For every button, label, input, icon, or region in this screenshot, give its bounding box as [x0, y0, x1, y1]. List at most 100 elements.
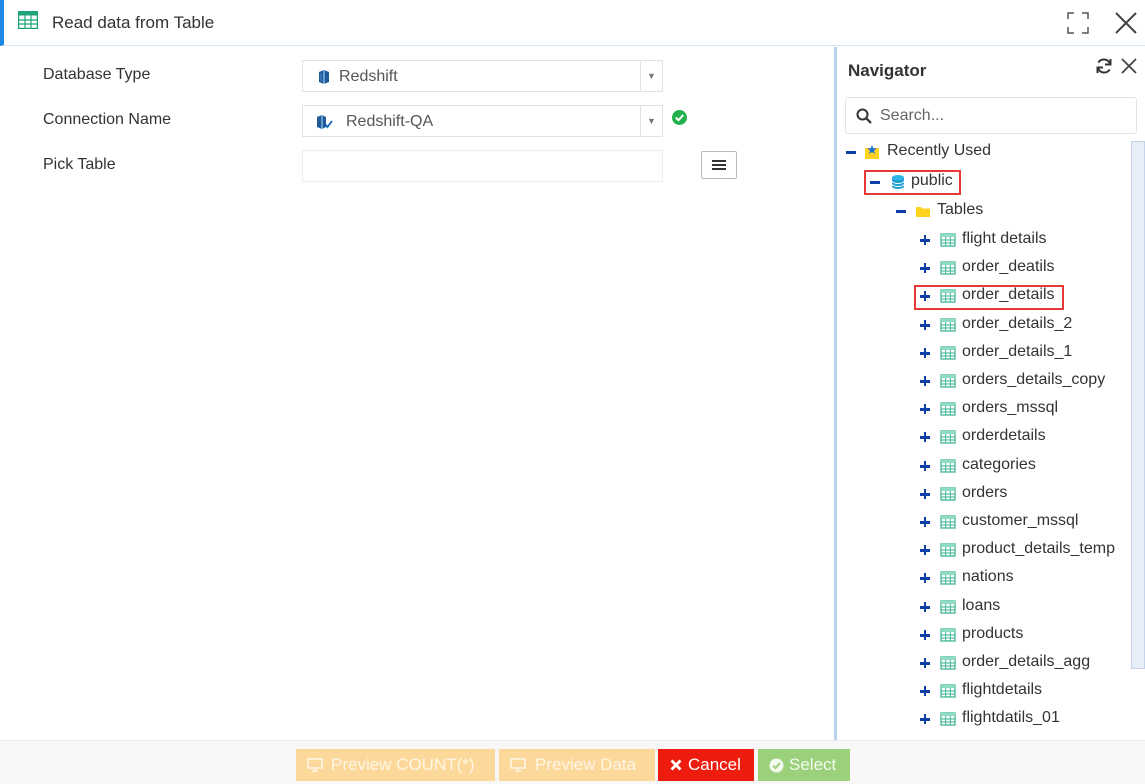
tree-label: public — [911, 172, 953, 189]
tree-node-public[interactable]: public — [837, 171, 1117, 195]
tree-node-table[interactable]: categories — [837, 455, 1122, 479]
tree-label: customer_mssql — [962, 512, 1079, 529]
expand-icon[interactable] — [919, 347, 931, 359]
tree-node-table[interactable]: nations — [837, 567, 1122, 591]
tree-label: loans — [962, 597, 1001, 614]
close-window-icon[interactable] — [1113, 10, 1139, 36]
tree-node-table[interactable]: loans — [837, 596, 1122, 620]
tree-label: order_details_1 — [962, 343, 1073, 360]
tree-node-table[interactable]: orders_details_copy — [837, 370, 1122, 394]
search-input[interactable] — [880, 104, 1130, 128]
expand-icon[interactable] — [919, 685, 931, 697]
preview-data-button[interactable]: Preview Data — [499, 749, 655, 781]
maximize-icon[interactable] — [1065, 10, 1091, 36]
expand-icon[interactable] — [919, 375, 931, 387]
tree-node-table[interactable]: order_details_2 — [837, 314, 1122, 338]
tree-label: products — [962, 625, 1024, 642]
connection-name-select[interactable]: Redshift-QA ▼ — [302, 105, 663, 137]
connected-check-icon — [672, 110, 687, 125]
tree-node-table[interactable]: orderdetails — [837, 426, 1122, 450]
tree-label: order_deatils — [962, 258, 1055, 275]
expand-icon[interactable] — [919, 601, 931, 613]
navigator-panel: Navigator Recently Used public — [837, 47, 1145, 740]
expand-icon[interactable] — [919, 713, 931, 725]
expand-icon[interactable] — [919, 403, 931, 415]
navigator-title: Navigator — [848, 61, 927, 80]
redshift-icon — [319, 70, 329, 84]
table-icon — [940, 487, 956, 501]
tree-node-table[interactable]: product_details_temp — [837, 539, 1122, 563]
monitor-icon — [307, 758, 323, 772]
footer-bar: Preview COUNT(*) Preview Data Cancel Sel… — [0, 740, 1145, 784]
tree-node-table[interactable]: flightdatils_01 — [837, 708, 1122, 732]
expand-icon[interactable] — [919, 431, 931, 443]
collapse-icon[interactable] — [869, 176, 881, 188]
expand-icon[interactable] — [919, 544, 931, 556]
tree-label: order_details — [962, 286, 1055, 303]
database-type-select[interactable]: Redshift ▼ — [302, 60, 663, 92]
collapse-icon[interactable] — [895, 205, 907, 217]
pick-table-input[interactable] — [302, 150, 663, 182]
tree-label: flight details — [962, 230, 1047, 247]
expand-icon[interactable] — [919, 460, 931, 472]
expand-icon[interactable] — [919, 657, 931, 669]
monitor-icon — [510, 758, 526, 772]
table-icon — [940, 543, 956, 557]
database-icon — [891, 175, 905, 189]
preview-count-button[interactable]: Preview COUNT(*) — [296, 749, 495, 781]
expand-icon[interactable] — [919, 234, 931, 246]
expand-icon[interactable] — [919, 290, 931, 302]
table-icon — [940, 374, 956, 388]
expand-icon[interactable] — [919, 516, 931, 528]
database-type-value: Redshift — [339, 68, 398, 85]
cancel-button[interactable]: Cancel — [658, 749, 754, 781]
expand-icon[interactable] — [919, 629, 931, 641]
tree-node-table[interactable]: flightdetails — [837, 680, 1122, 704]
tree-node-recently-used[interactable]: Recently Used — [837, 141, 1117, 165]
tree-label: orders — [962, 484, 1008, 501]
expand-icon[interactable] — [919, 488, 931, 500]
connection-name-value: Redshift-QA — [346, 113, 434, 130]
table-icon — [940, 515, 956, 529]
button-label: Cancel — [688, 755, 741, 774]
tree-node-table[interactable]: customer_mssql — [837, 511, 1122, 535]
star-folder-icon — [865, 145, 879, 159]
title-bar: Read data from Table — [0, 0, 1145, 46]
expand-icon[interactable] — [919, 319, 931, 331]
collapse-icon[interactable] — [845, 146, 857, 158]
pick-table-button[interactable] — [701, 151, 737, 179]
expand-icon[interactable] — [919, 262, 931, 274]
tree-node-table[interactable]: order_details_agg — [837, 652, 1122, 676]
table-icon — [940, 318, 956, 332]
tree-node-table[interactable]: order_details — [837, 285, 1122, 309]
button-label: Preview COUNT(*) — [331, 755, 475, 774]
table-icon — [940, 233, 956, 247]
tree-label: order_details_agg — [962, 653, 1091, 670]
table-icon — [940, 430, 956, 444]
tree-node-table[interactable]: order_deatils — [837, 257, 1122, 281]
table-icon — [940, 656, 956, 670]
table-icon — [940, 628, 956, 642]
redshift-connection-icon — [317, 115, 333, 129]
expand-icon[interactable] — [919, 572, 931, 584]
tree-label: orders_details_copy — [962, 371, 1106, 388]
select-button[interactable]: Select — [758, 749, 850, 781]
tree-node-table[interactable]: flight details — [837, 229, 1122, 253]
close-icon[interactable] — [1119, 56, 1139, 76]
button-label: Preview Data — [535, 755, 637, 774]
navigator-search[interactable] — [845, 97, 1137, 134]
tree-node-tables-folder[interactable]: Tables — [837, 200, 1117, 224]
tree-node-table[interactable]: order_details_1 — [837, 342, 1122, 366]
button-label: Select — [789, 755, 837, 774]
chevron-down-icon[interactable]: ▼ — [640, 106, 662, 136]
tree-node-table[interactable]: products — [837, 624, 1122, 648]
tree-node-table[interactable]: orders — [837, 483, 1122, 507]
table-icon — [940, 289, 956, 303]
chevron-down-icon[interactable]: ▼ — [640, 61, 662, 91]
table-icon — [940, 402, 956, 416]
tree-label: orderdetails — [962, 427, 1046, 444]
database-type-label: Database Type — [43, 66, 151, 83]
refresh-icon[interactable] — [1094, 56, 1114, 76]
scrollbar[interactable] — [1131, 141, 1145, 669]
tree-node-table[interactable]: orders_mssql — [837, 398, 1122, 422]
